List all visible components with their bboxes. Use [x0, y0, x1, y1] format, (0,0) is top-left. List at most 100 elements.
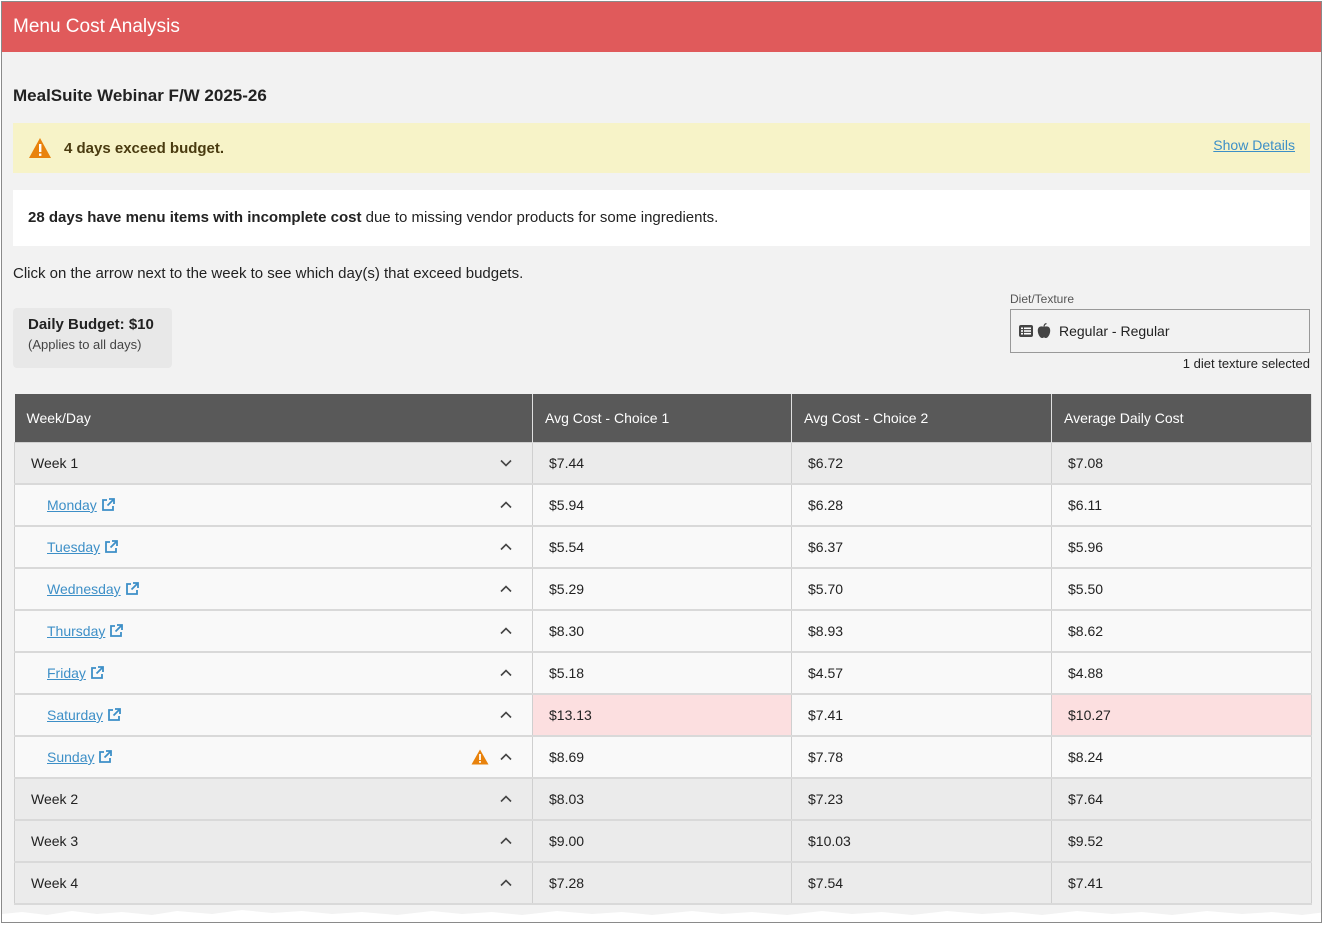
external-link-icon[interactable]: [104, 540, 119, 554]
column-header-choice-1: Avg Cost - Choice 1: [532, 394, 792, 442]
row-name: Friday: [31, 665, 499, 681]
name-cell: Week 4: [14, 861, 533, 905]
chevron-up-icon[interactable]: [499, 498, 513, 512]
cost-choice-1-cell: $5.18: [532, 651, 792, 695]
name-cell-content: Week 1: [31, 455, 531, 471]
name-cell-content: Thursday: [31, 623, 531, 639]
diet-texture-count: 1 diet texture selected: [1182, 356, 1310, 371]
warning-icon: [471, 749, 489, 765]
name-cell: Tuesday: [14, 525, 533, 569]
diet-texture-value: Regular - Regular: [1059, 323, 1170, 339]
week-row: Week 1 $7.44 $6.72 $7.08: [14, 441, 1312, 485]
row-name: Week 4: [31, 875, 79, 891]
day-link[interactable]: Thursday: [47, 623, 105, 639]
page-title: Menu Cost Analysis: [2, 2, 1321, 52]
cost-choice-1-cell: $8.30: [532, 609, 792, 653]
day-row: Tuesday $5.54 $6.37 $5.96: [14, 525, 1312, 569]
cost-choice-1-cell: $8.03: [532, 777, 792, 821]
notice-bold-text: 28 days have menu items with incomplete …: [28, 209, 362, 226]
row-name: Thursday: [31, 623, 499, 639]
chevron-down-icon[interactable]: [499, 456, 513, 470]
cost-choice-1-cell: $5.94: [532, 483, 792, 527]
incomplete-cost-notice: 28 days have menu items with incomplete …: [13, 190, 1310, 246]
cost-choice-1-cell: $7.28: [532, 861, 792, 905]
budget-alert: 4 days exceed budget. Show Details: [13, 123, 1310, 173]
day-link[interactable]: Wednesday: [47, 581, 121, 597]
row-name: Monday: [31, 497, 499, 513]
table-header-row: Week/Day Avg Cost - Choice 1 Avg Cost - …: [14, 394, 1312, 442]
name-cell-content: Week 4: [31, 875, 531, 891]
external-link-icon[interactable]: [98, 750, 113, 764]
chevron-up-icon[interactable]: [499, 708, 513, 722]
day-row: Wednesday $5.29 $5.70 $5.50: [14, 567, 1312, 611]
cost-choice-2-cell: $7.41: [791, 693, 1052, 737]
cost-choice-1-cell: $9.00: [532, 819, 792, 863]
chevron-up-icon[interactable]: [499, 834, 513, 848]
show-details-link[interactable]: Show Details: [1213, 137, 1295, 153]
name-cell: Saturday: [14, 693, 533, 737]
average-daily-cost-cell: $7.41: [1051, 861, 1312, 905]
day-link[interactable]: Saturday: [47, 707, 103, 723]
cost-choice-1-cell: $5.29: [532, 567, 792, 611]
menu-name: MealSuite Webinar F/W 2025-26: [13, 86, 267, 105]
cost-choice-2-cell: $8.93: [791, 609, 1052, 653]
cost-choice-1-cell: $8.69: [532, 735, 792, 779]
chevron-up-icon[interactable]: [499, 540, 513, 554]
diet-texture-select[interactable]: Regular - Regular: [1010, 309, 1310, 353]
name-cell-content: Saturday: [31, 707, 531, 723]
name-cell-content: Week 2: [31, 791, 531, 807]
daily-budget-title: Daily Budget: $10: [28, 316, 154, 333]
external-link-icon[interactable]: [101, 498, 115, 512]
day-link[interactable]: Tuesday: [47, 539, 100, 555]
external-link-icon[interactable]: [125, 582, 139, 596]
day-link[interactable]: Sunday: [47, 749, 94, 765]
average-daily-cost-cell: $7.08: [1051, 441, 1312, 485]
chevron-up-icon[interactable]: [499, 666, 513, 680]
chevron-up-icon[interactable]: [499, 876, 513, 890]
chevron-up-icon[interactable]: [499, 750, 513, 764]
week-row: Week 3 $9.00 $10.03 $9.52: [14, 819, 1312, 863]
cost-choice-1-cell: $7.44: [532, 441, 792, 485]
torn-edge: [2, 910, 1321, 922]
menu-cost-analysis-panel: Menu Cost Analysis MealSuite Webinar F/W…: [1, 1, 1322, 923]
day-link[interactable]: Monday: [47, 497, 97, 513]
name-cell-content: Friday: [31, 665, 531, 681]
column-header-week-day: Week/Day: [14, 394, 533, 442]
cost-choice-2-cell: $4.57: [791, 651, 1052, 695]
content-area: MealSuite Webinar F/W 2025-26 4 days exc…: [2, 85, 1321, 905]
cost-choice-2-cell: $7.23: [791, 777, 1052, 821]
chevron-up-icon[interactable]: [499, 624, 513, 638]
row-name: Sunday: [31, 749, 471, 765]
name-cell: Friday: [14, 651, 533, 695]
column-header-average-daily: Average Daily Cost: [1051, 394, 1312, 442]
daily-budget-card: Daily Budget: $10 (Applies to all days): [13, 308, 172, 368]
column-header-choice-2: Avg Cost - Choice 2: [791, 394, 1052, 442]
warning-icon: [29, 138, 51, 158]
cost-choice-2-cell: $10.03: [791, 819, 1052, 863]
row-name: Saturday: [31, 707, 499, 723]
external-link-icon[interactable]: [107, 708, 121, 722]
name-cell-content: Wednesday: [31, 581, 531, 597]
list-icon: [1019, 325, 1033, 337]
chevron-up-icon[interactable]: [499, 792, 513, 806]
average-daily-cost-cell: $10.27: [1051, 693, 1312, 737]
name-cell: Week 2: [14, 777, 533, 821]
cost-choice-2-cell: $7.54: [791, 861, 1052, 905]
name-cell-content: Tuesday: [31, 539, 531, 555]
name-cell-content: Week 3: [31, 833, 531, 849]
daily-budget-subtitle: (Applies to all days): [28, 337, 142, 352]
alert-message: 4 days exceed budget.: [64, 139, 225, 157]
external-link-icon[interactable]: [90, 666, 104, 680]
day-row: Friday $5.18 $4.57 $4.88: [14, 651, 1312, 695]
average-daily-cost-cell: $6.11: [1051, 483, 1312, 527]
cost-choice-2-cell: $7.78: [791, 735, 1052, 779]
external-link-icon[interactable]: [109, 624, 124, 638]
cost-choice-2-cell: $6.37: [791, 525, 1052, 569]
cost-choice-1-cell: $13.13: [532, 693, 792, 737]
day-link[interactable]: Friday: [47, 665, 86, 681]
average-daily-cost-cell: $5.96: [1051, 525, 1312, 569]
notice-text: due to missing vendor products for some …: [361, 209, 719, 226]
average-daily-cost-cell: $8.24: [1051, 735, 1312, 779]
chevron-up-icon[interactable]: [499, 582, 513, 596]
name-cell: Monday: [14, 483, 533, 527]
